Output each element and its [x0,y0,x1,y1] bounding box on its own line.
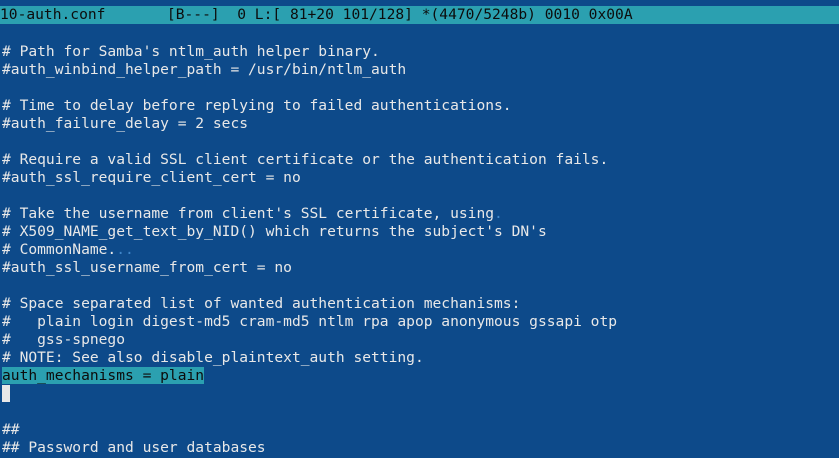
editor-text-area[interactable]: # Path for Samba's ntlm_auth helper bina… [2,25,839,458]
editor-line[interactable]: # Space separated list of wanted authent… [2,295,839,313]
editor-line[interactable]: # NOTE: See also disable_plaintext_auth … [2,349,839,367]
editor-line[interactable] [2,25,839,43]
editor-line[interactable]: # Time to delay before replying to faile… [2,97,839,115]
editor-line[interactable] [2,277,839,295]
text-cursor [2,385,10,402]
editor-line-selected[interactable]: auth_mechanisms = plain [2,367,839,385]
editor-line[interactable]: #auth_ssl_username_from_cert = no [2,259,839,277]
terminal-editor-window: 10-auth.conf [B---] 0 L:[ 81+20 101/128]… [0,0,839,458]
editor-line[interactable]: #auth_winbind_helper_path = /usr/bin/ntl… [2,61,839,79]
editor-line[interactable]: # Require a valid SSL client certificate… [2,151,839,169]
editor-line[interactable]: # plain login digest-md5 cram-md5 ntlm r… [2,313,839,331]
editor-line[interactable] [2,403,839,421]
editor-line[interactable]: # gss-spnego [2,331,839,349]
editor-line[interactable] [2,187,839,205]
editor-status-bar: 10-auth.conf [B---] 0 L:[ 81+20 101/128]… [0,6,839,24]
editor-line[interactable]: # CommonName... [2,241,839,259]
editor-line[interactable] [2,79,839,97]
editor-line[interactable]: # Path for Samba's ntlm_auth helper bina… [2,43,839,61]
editor-line[interactable]: #auth_failure_delay = 2 secs [2,115,839,133]
editor-line-cursor[interactable] [2,385,839,403]
trailing-whitespace-marker: . [494,205,503,222]
editor-line[interactable]: ## Password and user databases [2,439,839,457]
editor-line[interactable]: # Take the username from client's SSL ce… [2,205,839,223]
editor-line[interactable]: #auth_ssl_require_client_cert = no [2,169,839,187]
selected-text[interactable]: auth_mechanisms = plain [2,367,205,384]
editor-line[interactable]: ## [2,421,839,439]
editor-line[interactable]: # X509_NAME_get_text_by_NID() which retu… [2,223,839,241]
editor-line[interactable] [2,133,839,151]
trailing-whitespace-marker: .. [116,241,134,258]
